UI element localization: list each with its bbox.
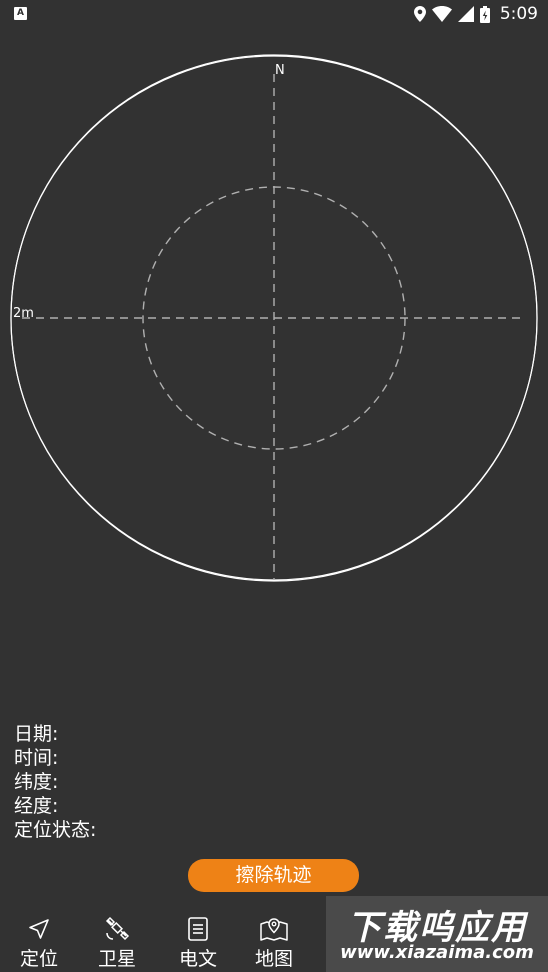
app-notification-icon: A — [14, 7, 27, 20]
date-label: 日期: — [14, 723, 59, 745]
battery-charging-icon — [479, 5, 490, 23]
nav-label-messages: 电文 — [178, 948, 217, 970]
document-icon — [187, 916, 209, 942]
status-time: 5:09 — [499, 4, 538, 24]
nav-item-messages[interactable]: 电文 — [166, 906, 230, 972]
north-label: N — [275, 63, 285, 78]
map-pin-icon — [259, 916, 289, 942]
position-info: 日期: 时间: 纬度: 经度: 定位状态: — [14, 722, 96, 842]
scale-label: 2m — [13, 306, 34, 321]
track-plot[interactable]: N 2m — [0, 40, 548, 600]
nav-label-satellite: 卫星 — [97, 948, 136, 970]
cell-signal-icon — [457, 6, 474, 22]
nav-label-positioning: 定位 — [19, 948, 58, 970]
longitude-label: 经度: — [14, 795, 59, 817]
nav-item-positioning[interactable]: 定位 — [7, 906, 71, 972]
status-bar: A 5:09 — [0, 0, 548, 28]
location-icon — [413, 6, 426, 22]
time-label: 时间: — [14, 747, 59, 769]
nav-item-map[interactable]: 地图 — [242, 906, 306, 972]
latitude-label: 纬度: — [14, 771, 59, 793]
positioning-status-label: 定位状态: — [14, 819, 97, 841]
wifi-icon — [431, 6, 452, 22]
watermark-url: www.xiazaima.com — [340, 942, 534, 963]
status-icons: 5:09 — [413, 4, 538, 24]
watermark: 下载呜应用 www.xiazaima.com — [326, 896, 548, 972]
nav-label-map: 地图 — [254, 948, 293, 970]
navigation-arrow-icon — [27, 916, 51, 942]
nav-item-satellite[interactable]: 卫星 — [85, 906, 149, 972]
clear-track-button[interactable]: 擦除轨迹 — [188, 859, 359, 892]
satellite-icon — [104, 916, 130, 942]
